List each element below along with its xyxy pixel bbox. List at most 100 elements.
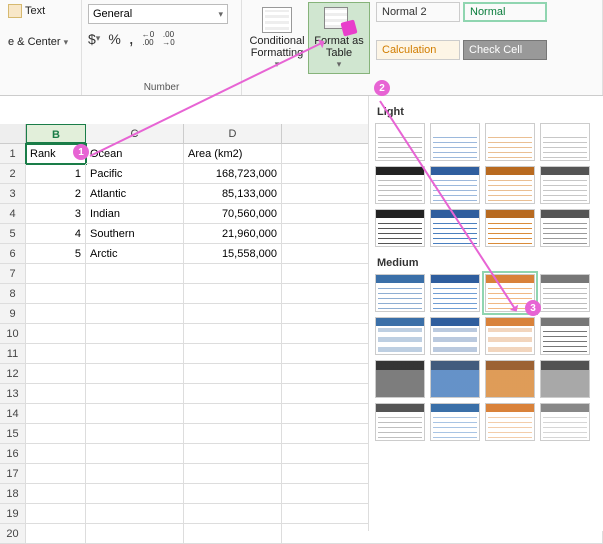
- select-all-corner[interactable]: [0, 124, 26, 143]
- table-style-thumb[interactable]: [540, 317, 590, 355]
- table-style-thumb[interactable]: [485, 403, 535, 441]
- cell-D20[interactable]: [184, 524, 282, 544]
- cell-C7[interactable]: [86, 264, 184, 284]
- table-style-thumb[interactable]: [485, 166, 535, 204]
- cell-D3[interactable]: 85,133,000: [184, 184, 282, 204]
- row-header[interactable]: 4: [0, 204, 26, 224]
- cell-C11[interactable]: [86, 344, 184, 364]
- row-header[interactable]: 3: [0, 184, 26, 204]
- table-style-thumb[interactable]: [485, 123, 535, 161]
- row-header[interactable]: 12: [0, 364, 26, 384]
- cell-B18[interactable]: [26, 484, 86, 504]
- cell-C9[interactable]: [86, 304, 184, 324]
- row-header[interactable]: 15: [0, 424, 26, 444]
- cell-B14[interactable]: [26, 404, 86, 424]
- cell-C15[interactable]: [86, 424, 184, 444]
- cell-D11[interactable]: [184, 344, 282, 364]
- cell-B10[interactable]: [26, 324, 86, 344]
- cell-D19[interactable]: [184, 504, 282, 524]
- cell-C10[interactable]: [86, 324, 184, 344]
- cell-B12[interactable]: [26, 364, 86, 384]
- cell-B4[interactable]: 3: [26, 204, 86, 224]
- row-header[interactable]: 5: [0, 224, 26, 244]
- table-style-thumb[interactable]: [375, 317, 425, 355]
- cell-D13[interactable]: [184, 384, 282, 404]
- row-header[interactable]: 20: [0, 524, 26, 544]
- table-style-thumb[interactable]: [375, 166, 425, 204]
- cell-C20[interactable]: [86, 524, 184, 544]
- cell-D14[interactable]: [184, 404, 282, 424]
- table-style-thumb[interactable]: [540, 360, 590, 398]
- cell-B17[interactable]: [26, 464, 86, 484]
- cell-B11[interactable]: [26, 344, 86, 364]
- cell-D10[interactable]: [184, 324, 282, 344]
- row-header[interactable]: 11: [0, 344, 26, 364]
- cell-style-calculation[interactable]: Calculation: [376, 40, 460, 60]
- cell-D9[interactable]: [184, 304, 282, 324]
- row-header[interactable]: 17: [0, 464, 26, 484]
- table-style-thumb[interactable]: [375, 274, 425, 312]
- table-style-thumb[interactable]: [430, 274, 480, 312]
- cell-B15[interactable]: [26, 424, 86, 444]
- cell-C13[interactable]: [86, 384, 184, 404]
- cell-style-normal[interactable]: Normal: [463, 2, 547, 22]
- row-header[interactable]: 2: [0, 164, 26, 184]
- table-style-thumb[interactable]: [375, 403, 425, 441]
- cell-C5[interactable]: Southern: [86, 224, 184, 244]
- cell-C14[interactable]: [86, 404, 184, 424]
- row-header[interactable]: 6: [0, 244, 26, 264]
- row-header[interactable]: 13: [0, 384, 26, 404]
- merge-center-button[interactable]: e & Center ▾: [8, 36, 75, 48]
- cell-C18[interactable]: [86, 484, 184, 504]
- cell-C3[interactable]: Atlantic: [86, 184, 184, 204]
- cell-B9[interactable]: [26, 304, 86, 324]
- row-header[interactable]: 9: [0, 304, 26, 324]
- table-style-thumb[interactable]: [540, 166, 590, 204]
- table-style-thumb[interactable]: [430, 403, 480, 441]
- increase-decimal-button[interactable]: ←0 .00: [142, 31, 154, 47]
- wrap-text-button[interactable]: Text: [8, 4, 75, 18]
- number-format-combo[interactable]: General ▾: [88, 4, 228, 24]
- cell-C8[interactable]: [86, 284, 184, 304]
- row-header[interactable]: 14: [0, 404, 26, 424]
- table-style-thumb[interactable]: [375, 209, 425, 247]
- row-header[interactable]: 19: [0, 504, 26, 524]
- cell-D17[interactable]: [184, 464, 282, 484]
- cell-C17[interactable]: [86, 464, 184, 484]
- column-header-D[interactable]: D: [184, 124, 282, 143]
- cell-D18[interactable]: [184, 484, 282, 504]
- cell-C19[interactable]: [86, 504, 184, 524]
- cell-D15[interactable]: [184, 424, 282, 444]
- table-style-thumb[interactable]: [430, 166, 480, 204]
- table-style-thumb[interactable]: [540, 123, 590, 161]
- row-header[interactable]: 16: [0, 444, 26, 464]
- cell-B7[interactable]: [26, 264, 86, 284]
- table-style-thumb[interactable]: [375, 123, 425, 161]
- cell-C2[interactable]: Pacific: [86, 164, 184, 184]
- cell-D7[interactable]: [184, 264, 282, 284]
- cell-D12[interactable]: [184, 364, 282, 384]
- row-header[interactable]: 18: [0, 484, 26, 504]
- cell-D8[interactable]: [184, 284, 282, 304]
- table-style-thumb[interactable]: [485, 360, 535, 398]
- row-header[interactable]: 10: [0, 324, 26, 344]
- cell-B8[interactable]: [26, 284, 86, 304]
- cell-D6[interactable]: 15,558,000: [184, 244, 282, 264]
- table-style-thumb[interactable]: [430, 317, 480, 355]
- cell-C4[interactable]: Indian: [86, 204, 184, 224]
- table-style-thumb[interactable]: [430, 123, 480, 161]
- cell-style-normal2[interactable]: Normal 2: [376, 2, 460, 22]
- cell-B5[interactable]: 4: [26, 224, 86, 244]
- cell-B16[interactable]: [26, 444, 86, 464]
- table-style-thumb[interactable]: [485, 209, 535, 247]
- table-style-thumb[interactable]: [540, 274, 590, 312]
- currency-button[interactable]: $ ▾: [88, 31, 100, 47]
- cell-D4[interactable]: 70,560,000: [184, 204, 282, 224]
- row-header[interactable]: 1: [0, 144, 26, 164]
- row-header[interactable]: 7: [0, 264, 26, 284]
- cell-D16[interactable]: [184, 444, 282, 464]
- column-header-B[interactable]: B: [26, 124, 86, 143]
- cell-D2[interactable]: 168,723,000: [184, 164, 282, 184]
- table-style-thumb[interactable]: [540, 403, 590, 441]
- cell-B20[interactable]: [26, 524, 86, 544]
